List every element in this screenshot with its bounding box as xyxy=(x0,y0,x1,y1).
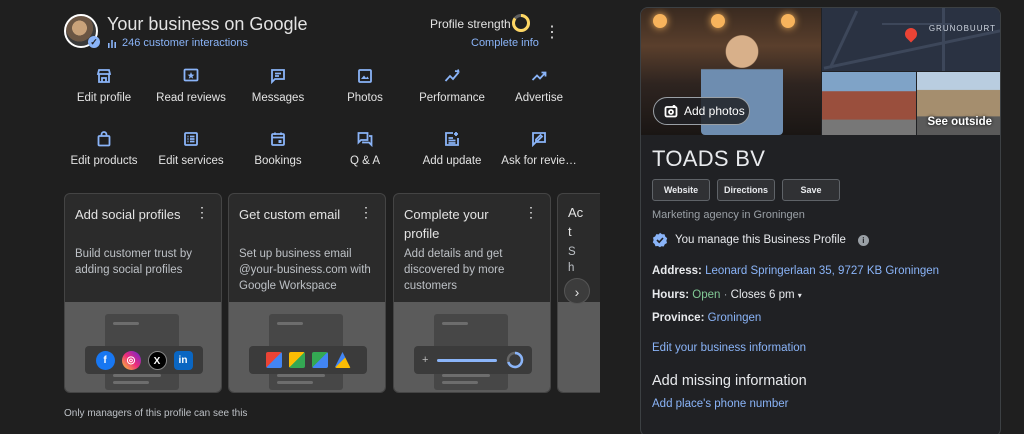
page-title: Your business on Google xyxy=(107,14,308,34)
partial-card-title: Ac xyxy=(568,205,584,220)
facebook-icon: f xyxy=(95,350,115,370)
rate-review-icon xyxy=(531,131,547,148)
add-photos-label: Add photos xyxy=(684,104,745,118)
map-pin-icon xyxy=(902,25,920,43)
province-label: Province: xyxy=(652,312,705,324)
lamp-decoration xyxy=(711,14,725,28)
drive-icon xyxy=(334,352,351,368)
storefront-icon xyxy=(96,68,112,84)
see-outside-link[interactable]: See outside xyxy=(927,116,992,128)
add-photo-icon xyxy=(664,105,678,118)
add-photos-button[interactable]: Add photos xyxy=(653,97,750,125)
interactions-label: 246 customer interactions xyxy=(122,37,248,49)
complete-info-link[interactable]: Complete info xyxy=(471,37,539,49)
card-title: Get custom email xyxy=(239,207,341,222)
instagram-icon: ◎ xyxy=(121,350,141,370)
province-row: Province: Groningen xyxy=(652,312,761,324)
province-link[interactable]: Groningen xyxy=(708,312,762,324)
info-icon[interactable]: i xyxy=(857,234,869,246)
verified-check-icon xyxy=(652,232,668,248)
progress-line xyxy=(437,358,498,362)
save-button[interactable]: Save xyxy=(782,179,840,201)
manage-profile-text: You manage this Business Profile xyxy=(675,234,846,246)
business-profile-preview: GRUNOBUURT See outside Add photos TOADS … xyxy=(640,7,1001,434)
profile-strength-label: Profile strength xyxy=(430,17,511,31)
photo-icon xyxy=(357,68,373,84)
complete-your-profile-card[interactable]: Complete your profile ⋮ Add details and … xyxy=(393,193,551,393)
partial-card-description: S xyxy=(568,246,576,258)
lamp-decoration xyxy=(781,14,795,28)
progress-ring-icon xyxy=(506,351,524,369)
verified-badge-icon: ✓ xyxy=(88,36,100,48)
gmail-icon xyxy=(265,352,282,368)
card-illustration xyxy=(229,302,385,392)
card-title: Add social profiles xyxy=(75,207,181,222)
card-illustration: + xyxy=(394,302,550,392)
calendar-icon xyxy=(270,131,286,147)
card-description: Build customer trust by adding social pr… xyxy=(75,248,192,276)
meet-icon xyxy=(311,352,328,368)
address-row: Address: Leonard Springerlaan 35, 9727 K… xyxy=(652,265,939,277)
hours-label: Hours: xyxy=(652,289,690,301)
business-overview-panel: ✓ Your business on Google 246 customer i… xyxy=(0,0,600,434)
bar-chart-icon xyxy=(108,40,116,48)
more-options-icon[interactable]: ⋮ xyxy=(544,24,560,42)
social-icons-bar: f ◎ X in xyxy=(85,346,203,374)
ask-for-reviews-button[interactable]: Ask for revie… xyxy=(484,131,594,167)
x-icon: X xyxy=(147,350,167,370)
add-phone-number-link[interactable]: Add place's phone number xyxy=(652,398,788,410)
open-status: Open xyxy=(692,289,721,301)
lamp-decoration xyxy=(653,14,667,28)
business-name: TOADS BV xyxy=(652,146,766,171)
action-label: Advertise xyxy=(515,92,563,104)
message-icon xyxy=(270,68,286,85)
directions-button[interactable]: Directions xyxy=(717,179,775,201)
closing-time[interactable]: Closes 6 pm xyxy=(731,289,795,301)
card-more-options-icon[interactable]: ⋮ xyxy=(359,204,373,221)
post-add-icon xyxy=(444,131,460,147)
workspace-icons-bar xyxy=(249,346,367,374)
card-title: Complete your profile xyxy=(404,207,489,241)
street-photo[interactable] xyxy=(822,72,916,135)
partial-card-description-2: h xyxy=(568,262,575,274)
hours-separator: · xyxy=(720,289,731,301)
action-label: Ask for revie… xyxy=(501,155,577,167)
plus-icon: + xyxy=(422,354,429,366)
card-illustration xyxy=(558,302,600,392)
edit-business-info-link[interactable]: Edit your business information xyxy=(652,342,806,354)
card-illustration: f ◎ X in xyxy=(65,302,221,392)
dropdown-arrow-icon[interactable]: ▾ xyxy=(798,291,802,300)
address-link[interactable]: Leonard Springerlaan 35, 9727 KB Groning… xyxy=(705,265,939,277)
add-social-profiles-card[interactable]: Add social profiles ⋮ Build customer tru… xyxy=(64,193,222,393)
drive-docs-icon xyxy=(288,352,305,368)
performance-icon xyxy=(444,68,460,84)
list-icon xyxy=(183,131,199,147)
card-more-options-icon[interactable]: ⋮ xyxy=(195,204,209,221)
website-button[interactable]: Website xyxy=(652,179,710,201)
add-missing-info-heading: Add missing information xyxy=(652,373,807,389)
address-label: Address: xyxy=(652,265,702,277)
forum-icon xyxy=(357,131,373,148)
map-thumbnail[interactable]: GRUNOBUURT xyxy=(822,8,1000,71)
business-category: Marketing agency in Groningen xyxy=(652,209,805,221)
card-more-options-icon[interactable]: ⋮ xyxy=(524,204,538,221)
star-review-icon xyxy=(183,68,199,84)
get-custom-email-card[interactable]: Get custom email ⋮ Set up business email… xyxy=(228,193,386,393)
map-area-label: GRUNOBUURT xyxy=(928,24,996,33)
profile-strength-ring-icon[interactable] xyxy=(511,13,531,33)
shopping-bag-icon xyxy=(96,131,112,147)
next-cards-arrow-icon[interactable]: › xyxy=(564,278,590,304)
linkedin-icon: in xyxy=(173,350,193,370)
card-description: Set up business email @your-business.com… xyxy=(239,248,371,292)
managers-only-note: Only managers of this profile can see th… xyxy=(64,408,248,419)
trending-up-icon xyxy=(531,68,547,84)
manage-profile-row: You manage this Business Profile i xyxy=(652,232,869,248)
card-description: Add details and get discovered by more c… xyxy=(404,248,505,292)
progress-illustration-bar: + xyxy=(414,346,532,374)
partial-card-title-2: t xyxy=(568,224,572,239)
advertise-button[interactable]: Advertise xyxy=(484,68,594,104)
hours-row: Hours: Open · Closes 6 pm ▾ xyxy=(652,289,802,301)
customer-interactions-link[interactable]: 246 customer interactions xyxy=(107,37,248,49)
